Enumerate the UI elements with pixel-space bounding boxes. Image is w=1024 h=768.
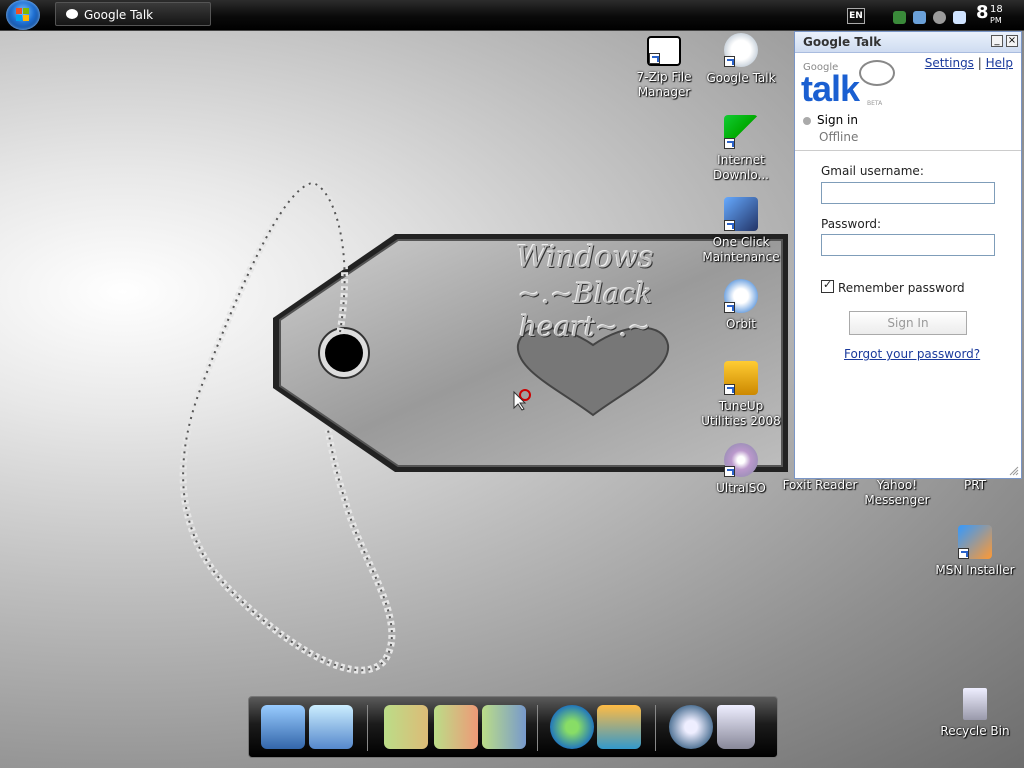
settings-gears-icon[interactable] (669, 705, 713, 749)
checkbox-checked-icon[interactable] (821, 278, 834, 293)
desktop-icon-label: Recycle Bin (940, 724, 1010, 738)
desktop-icon-one-click-maintenance[interactable]: One Click Maintenance (701, 197, 781, 265)
taskbar: Google Talk EN 8 18 PM (0, 0, 1024, 31)
desktop-icon-label: Internet Downlo... (713, 153, 769, 182)
tuneup-icon (724, 361, 758, 395)
gmail-username-input[interactable] (821, 182, 995, 204)
link-separator: | (977, 56, 982, 70)
windows-flag-icon (16, 8, 30, 22)
resize-grip-icon[interactable] (1009, 466, 1019, 476)
google-talk-window: Google Talk _ × Settings | Help Google t… (794, 31, 1022, 479)
window-title: Google Talk (803, 35, 882, 49)
desktop-icon-label: TuneUp Utilities 2008 (701, 399, 781, 428)
start-button[interactable] (6, 0, 40, 30)
system-tray (893, 7, 968, 24)
close-button[interactable]: × (1006, 35, 1018, 47)
divider (795, 150, 1021, 151)
settings-link[interactable]: Settings (925, 56, 974, 70)
sign-in-label[interactable]: Sign in (817, 113, 858, 127)
remember-password-label: Remember password (838, 281, 965, 295)
help-link[interactable]: Help (986, 56, 1013, 70)
media-player-icon[interactable] (597, 705, 641, 749)
clock-minutes: 18 (990, 4, 1003, 15)
desktop-icon-recycle-bin[interactable]: Recycle Bin (935, 688, 1015, 739)
control-panel-icon[interactable] (309, 705, 353, 749)
remember-password-checkbox[interactable]: Remember password (821, 278, 965, 295)
status-dot-icon (803, 116, 811, 125)
google-talk-icon (724, 33, 758, 67)
dock-separator (367, 705, 368, 751)
forgot-password-link[interactable]: Forgot your password? (844, 347, 980, 361)
desktop-icon-label: PRT (963, 478, 987, 492)
logo-talk-text: talk (801, 68, 860, 109)
speech-bubble-icon (859, 60, 895, 86)
orbit-icon (724, 279, 758, 313)
desktop-icon-msn-installer[interactable]: MSN Installer (935, 525, 1015, 578)
pictures-folder-icon[interactable] (434, 705, 478, 749)
dock-separator (655, 705, 656, 751)
clock-hour: 8 (976, 2, 989, 23)
7zip-icon (647, 36, 681, 66)
desktop-icon-label: Yahoo! Messenger (864, 478, 930, 507)
minimize-button[interactable]: _ (991, 35, 1003, 47)
ultraiso-icon (724, 443, 758, 477)
taskbar-clock[interactable]: 8 18 PM (976, 2, 1003, 25)
desktop-icon-foxit-reader[interactable]: Foxit Reader (780, 478, 860, 493)
documents-folder-icon[interactable] (384, 705, 428, 749)
msn-installer-icon (958, 525, 992, 559)
status-tray-icon[interactable] (933, 11, 947, 24)
network-folder-icon[interactable] (482, 705, 526, 749)
wallpaper-title: Windows ~.~Black heart~.~ (455, 240, 715, 343)
desktop-icon-label: Foxit Reader (782, 478, 858, 492)
desktop-icon-label: Orbit (725, 317, 757, 331)
desktop-icon-prt[interactable]: PRT (935, 478, 1015, 493)
recycle-bin-icon (963, 688, 987, 720)
one-click-maintenance-icon (724, 197, 758, 231)
desktop-icon-label: Google Talk (706, 71, 776, 85)
desktop-icon-label: One Click Maintenance (702, 235, 780, 264)
desktop-icon-ultraiso[interactable]: UltraISO (701, 443, 781, 496)
password-input[interactable] (821, 234, 995, 256)
app-tray-icon[interactable] (913, 11, 927, 24)
desktop-icon-label: 7-Zip File Manager (636, 70, 692, 99)
desktop-icon-google-talk[interactable]: Google Talk (701, 33, 781, 86)
browser-globe-icon[interactable] (550, 705, 594, 749)
volume-tray-icon[interactable] (953, 11, 967, 24)
password-label: Password: (821, 217, 882, 231)
dock-bar (248, 696, 778, 758)
desktop-icon-7zip[interactable]: 7-Zip File Manager (624, 36, 704, 100)
taskbar-window-label: Google Talk (84, 8, 154, 22)
desktop-icon-internet-download-manager[interactable]: Internet Downlo... (701, 115, 781, 183)
desktop-icon-label: UltraISO (716, 481, 766, 495)
desktop-icon-label: MSN Installer (935, 563, 1015, 577)
header-links: Settings | Help (925, 56, 1013, 70)
my-computer-icon[interactable] (261, 705, 305, 749)
language-indicator[interactable]: EN (847, 8, 865, 24)
desktop-icon-orbit[interactable]: Orbit (701, 279, 781, 332)
sign-in-button[interactable]: Sign In (849, 311, 967, 335)
recycle-bin-icon[interactable] (717, 705, 755, 749)
taskbar-window-google-talk[interactable]: Google Talk (55, 2, 211, 26)
network-tray-icon[interactable] (893, 11, 906, 24)
wallpaper-title-line2: ~.~Black heart~.~ (517, 277, 653, 343)
logo-beta-text: BETA (867, 100, 883, 107)
wallpaper-title-line1: Windows (516, 240, 654, 275)
sign-in-status: Sign in Offline (803, 113, 858, 144)
status-text: Offline (819, 130, 859, 144)
desktop-icon-tuneup[interactable]: TuneUp Utilities 2008 (701, 361, 781, 429)
username-label: Gmail username: (821, 164, 924, 178)
clock-ampm: PM (990, 16, 1002, 25)
desktop-icon-yahoo-messenger[interactable]: Yahoo! Messenger (857, 478, 937, 508)
dock-separator (537, 705, 538, 751)
window-titlebar[interactable]: Google Talk _ × (795, 32, 1021, 53)
internet-download-manager-icon (724, 115, 758, 149)
chat-bubble-icon (66, 9, 78, 19)
